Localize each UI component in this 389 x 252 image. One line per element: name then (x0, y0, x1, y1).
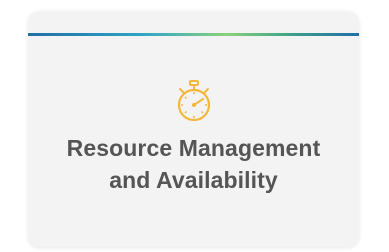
resource-management-card[interactable]: Resource Management and Availability (28, 11, 359, 247)
card-title-line-1: Resource Management (66, 135, 321, 161)
card-accent-bar (28, 33, 359, 36)
card-title: Resource Management and Availability (28, 132, 359, 196)
card-title-line-2: and Availability (109, 167, 278, 193)
stopwatch-icon (177, 80, 210, 122)
card-icon-container (28, 79, 359, 123)
